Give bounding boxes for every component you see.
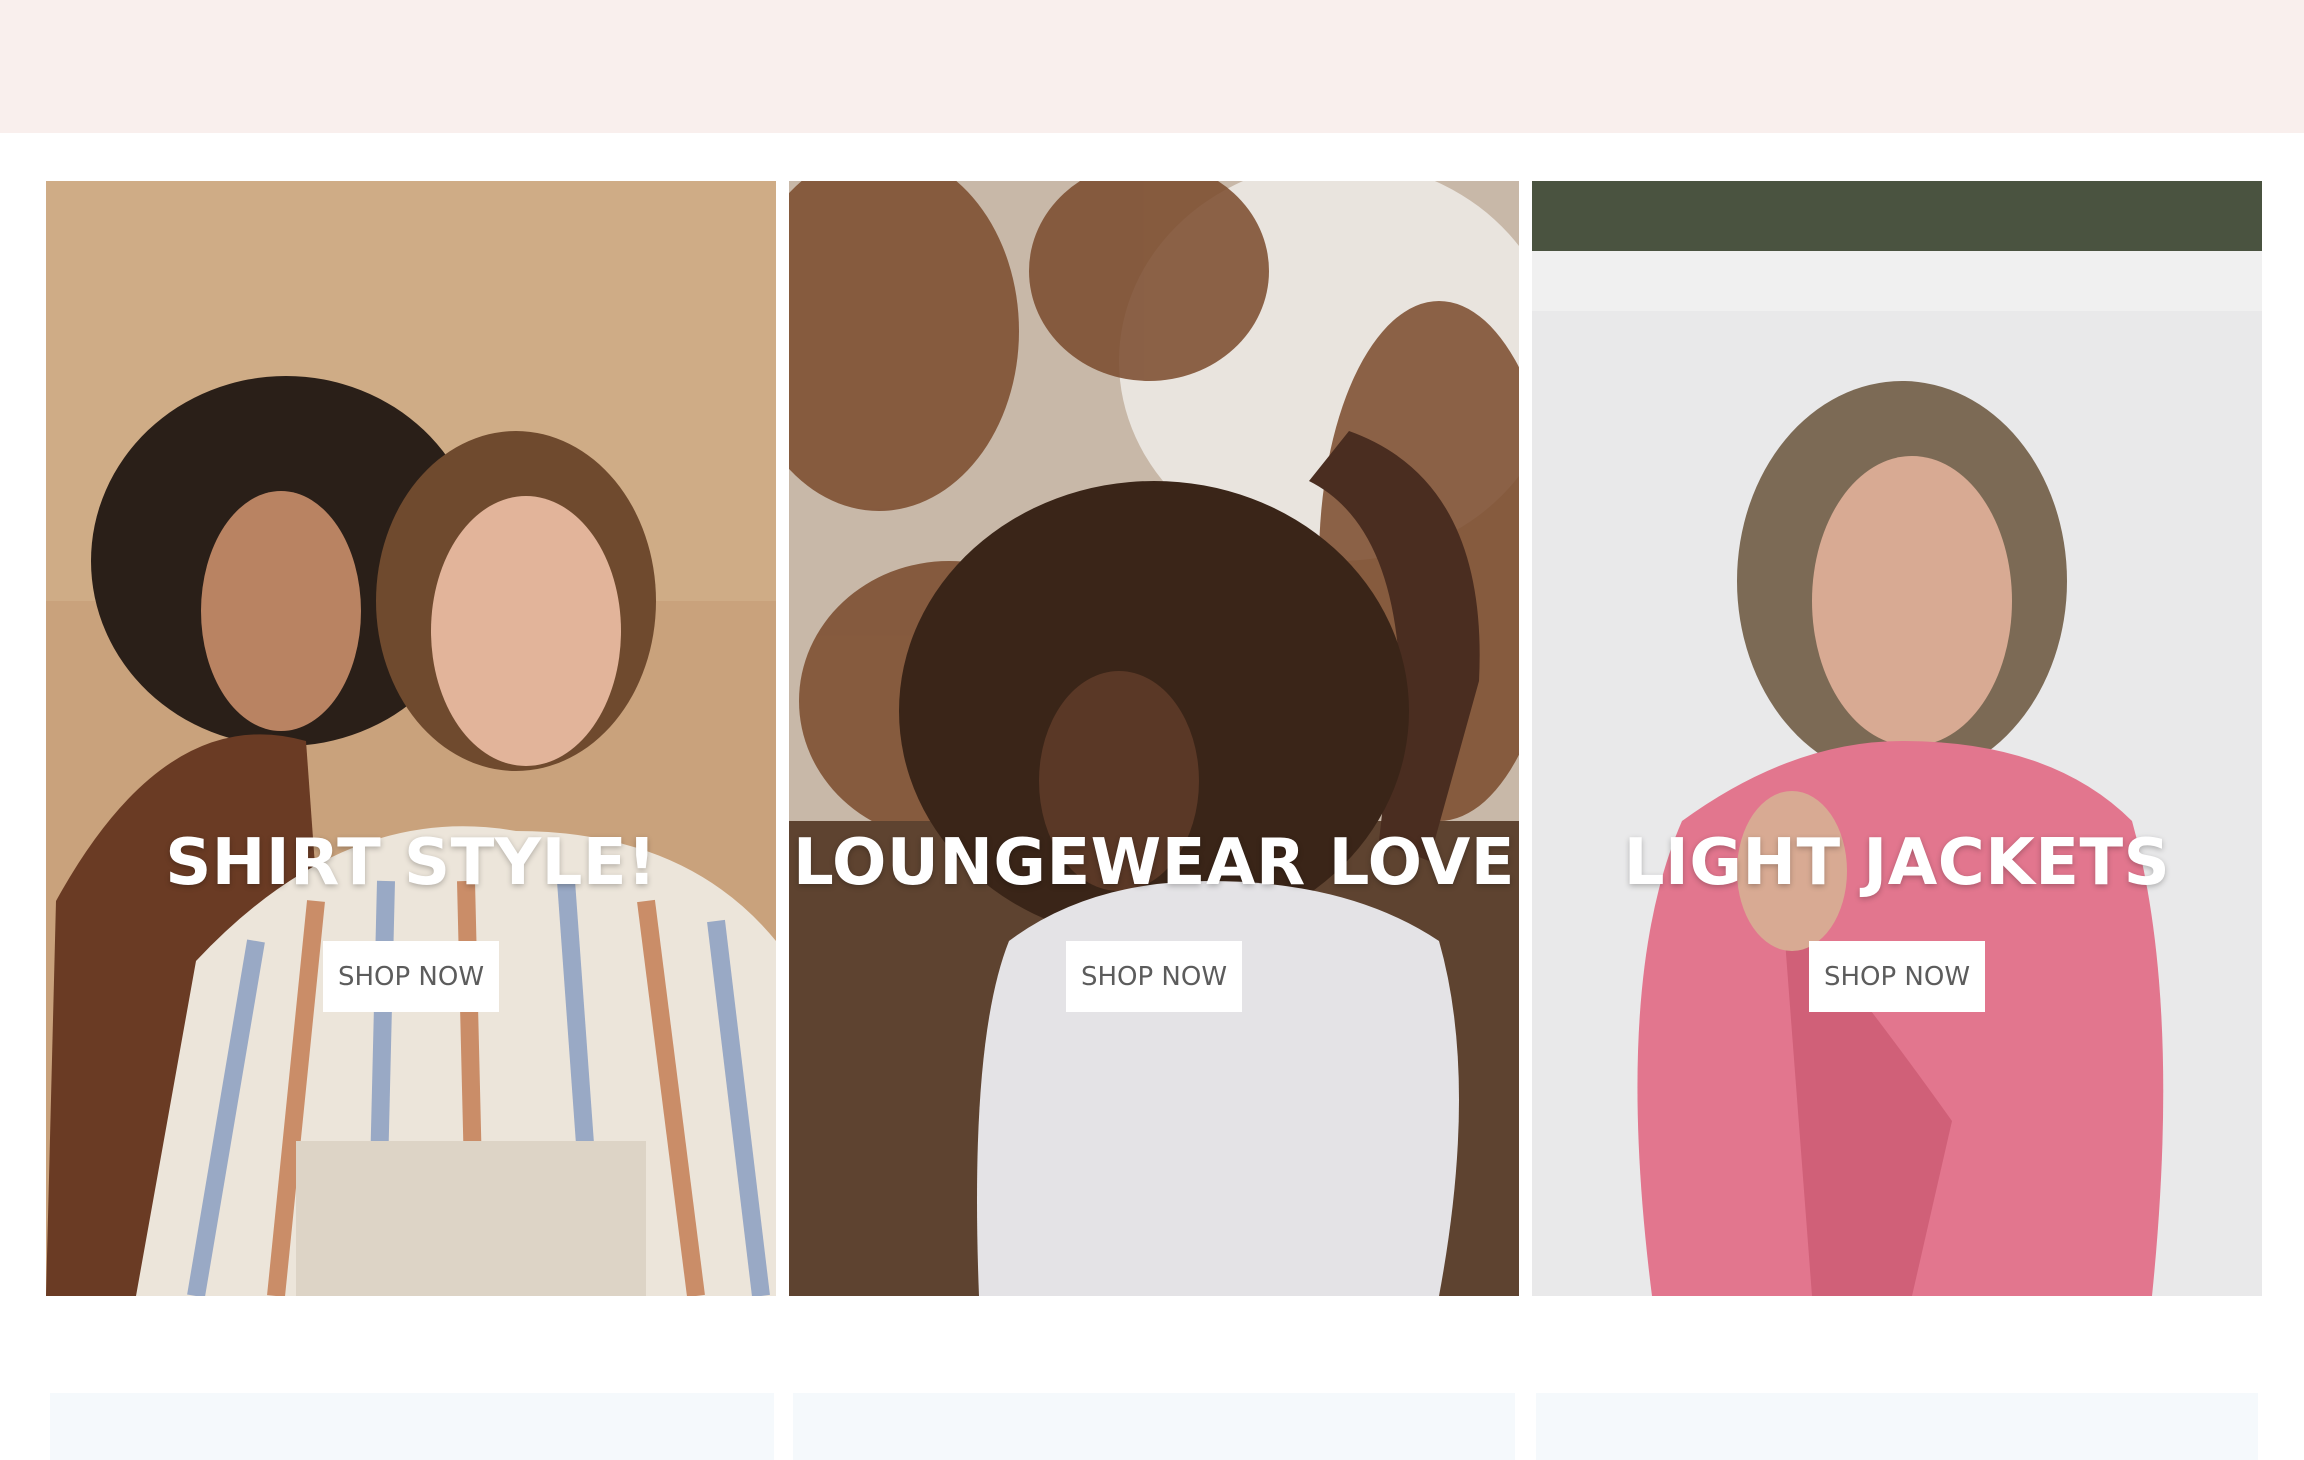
promo-image-loungewear-love [789, 181, 1519, 1296]
promo-card-light-jackets[interactable]: LIGHT JACKETS SHOP NOW [1532, 181, 2262, 1296]
promo-card-shirt-style[interactable]: SHIRT STYLE! SHOP NOW [46, 181, 776, 1296]
shop-now-button[interactable]: SHOP NOW [323, 941, 499, 1012]
content-tile [793, 1393, 1515, 1460]
top-banner [0, 0, 2304, 133]
content-tile [50, 1393, 774, 1460]
content-tile [1536, 1393, 2258, 1460]
promo-title: SHIRT STYLE! [165, 826, 657, 900]
promo-image-light-jackets [1532, 181, 2262, 1296]
promo-card-loungewear-love[interactable]: LOUNGEWEAR LOVE SHOP NOW [789, 181, 1519, 1296]
promo-image-shirt-style [46, 181, 776, 1296]
promo-title: LIGHT JACKETS [1623, 826, 2171, 900]
shop-now-button[interactable]: SHOP NOW [1066, 941, 1242, 1012]
promo-title: LOUNGEWEAR LOVE [792, 826, 1516, 900]
shop-now-button[interactable]: SHOP NOW [1809, 941, 1985, 1012]
